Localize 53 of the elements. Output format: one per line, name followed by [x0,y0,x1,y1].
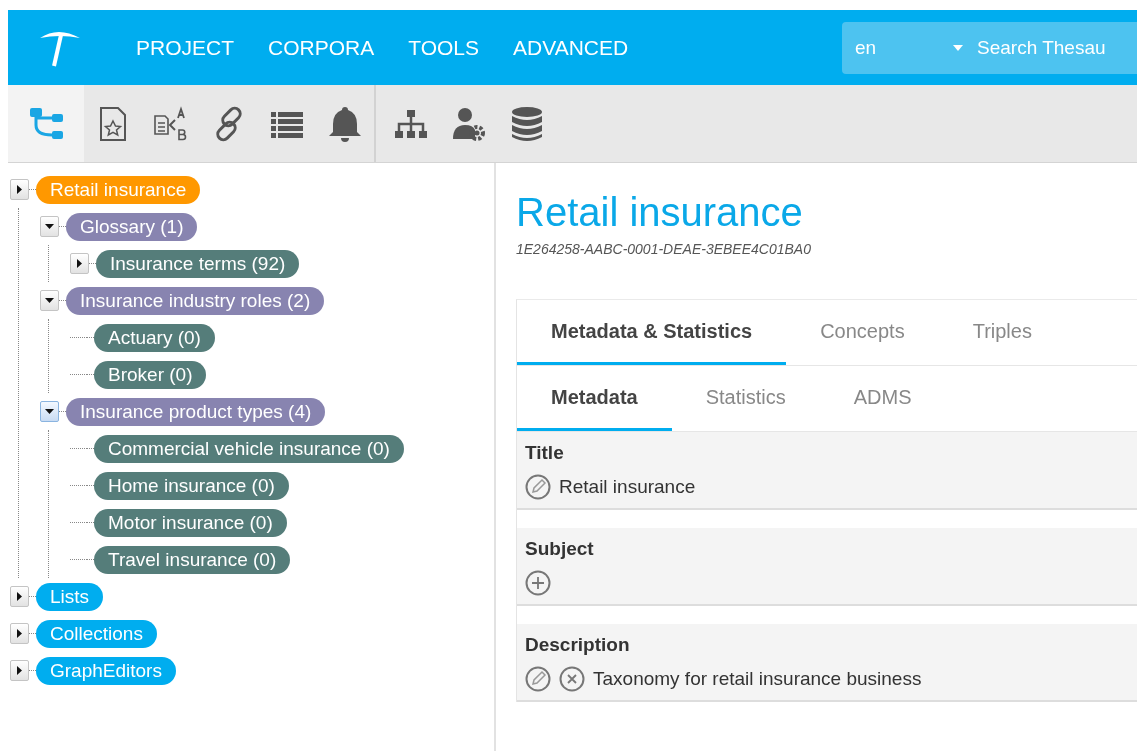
tree-node[interactable]: Collections [36,619,157,648]
add-icon[interactable] [525,570,551,596]
tree-node[interactable]: GraphEditors [36,656,176,685]
nav-link[interactable]: ADVANCED [513,35,629,60]
nav-link[interactable]: PROJECT [136,35,234,60]
expand-toggle[interactable] [10,623,29,644]
tree-node[interactable]: Insurance product types (4) [66,397,326,426]
tree-node[interactable]: Insurance industry roles (2) [66,286,325,315]
tree-node[interactable]: Commercial vehicle insurance (0) [94,434,404,463]
nav-link[interactable]: TOOLS [408,35,479,60]
tree-node[interactable]: Broker (0) [94,360,207,389]
caret-icon [45,222,54,231]
caret-icon [15,592,24,601]
expand-toggle[interactable] [40,216,59,237]
field-value: Taxonomy for retail insurance business [593,668,922,690]
page-title: Retail insurance [516,189,804,235]
caret-icon [45,296,54,305]
tab[interactable]: Triples [938,300,1066,365]
expand-toggle[interactable] [10,660,29,681]
remove-icon[interactable] [559,666,585,692]
expand-toggle[interactable] [70,253,89,274]
language-select[interactable]: en [855,36,977,59]
caret-icon [45,407,54,416]
tree-node[interactable]: Insurance terms (92) [96,249,300,278]
tree-node[interactable]: Travel insurance (0) [94,545,291,574]
tree-node[interactable]: Home insurance (0) [94,471,289,500]
caret-icon [15,629,24,638]
tree-node[interactable]: Glossary (1) [66,212,198,241]
expand-toggle[interactable] [40,401,59,422]
caret-icon [75,259,84,268]
tree-node[interactable]: Motor insurance (0) [94,508,287,537]
sub-tab[interactable]: ADMS [819,366,946,431]
tree-node[interactable]: Actuary (0) [94,323,215,352]
expand-toggle[interactable] [10,179,29,200]
tab[interactable]: Concepts [786,300,939,365]
caret-icon [15,666,24,675]
search-field[interactable]: Search Thesau [977,36,1137,59]
tree-node[interactable]: Retail insurance [36,175,201,204]
edit-icon[interactable] [525,474,551,500]
nav-link[interactable]: CORPORA [268,35,375,60]
field-label: Subject [525,538,595,560]
expand-toggle[interactable] [40,290,59,311]
tree-node[interactable]: Lists [36,582,104,611]
caret-icon [953,44,963,51]
edit-icon[interactable] [525,666,551,692]
field-label: Title [525,442,565,464]
caret-icon [15,185,24,194]
field-label: Description [525,634,631,656]
sub-tab[interactable]: Statistics [671,366,820,431]
field-value: Retail insurance [559,476,696,498]
concept-id: 1E264258-AABC-0001-DEAE-3EBEE4C01BA0 [516,241,812,257]
expand-toggle[interactable] [10,586,29,607]
tab[interactable]: Metadata & Statistics [517,300,787,365]
